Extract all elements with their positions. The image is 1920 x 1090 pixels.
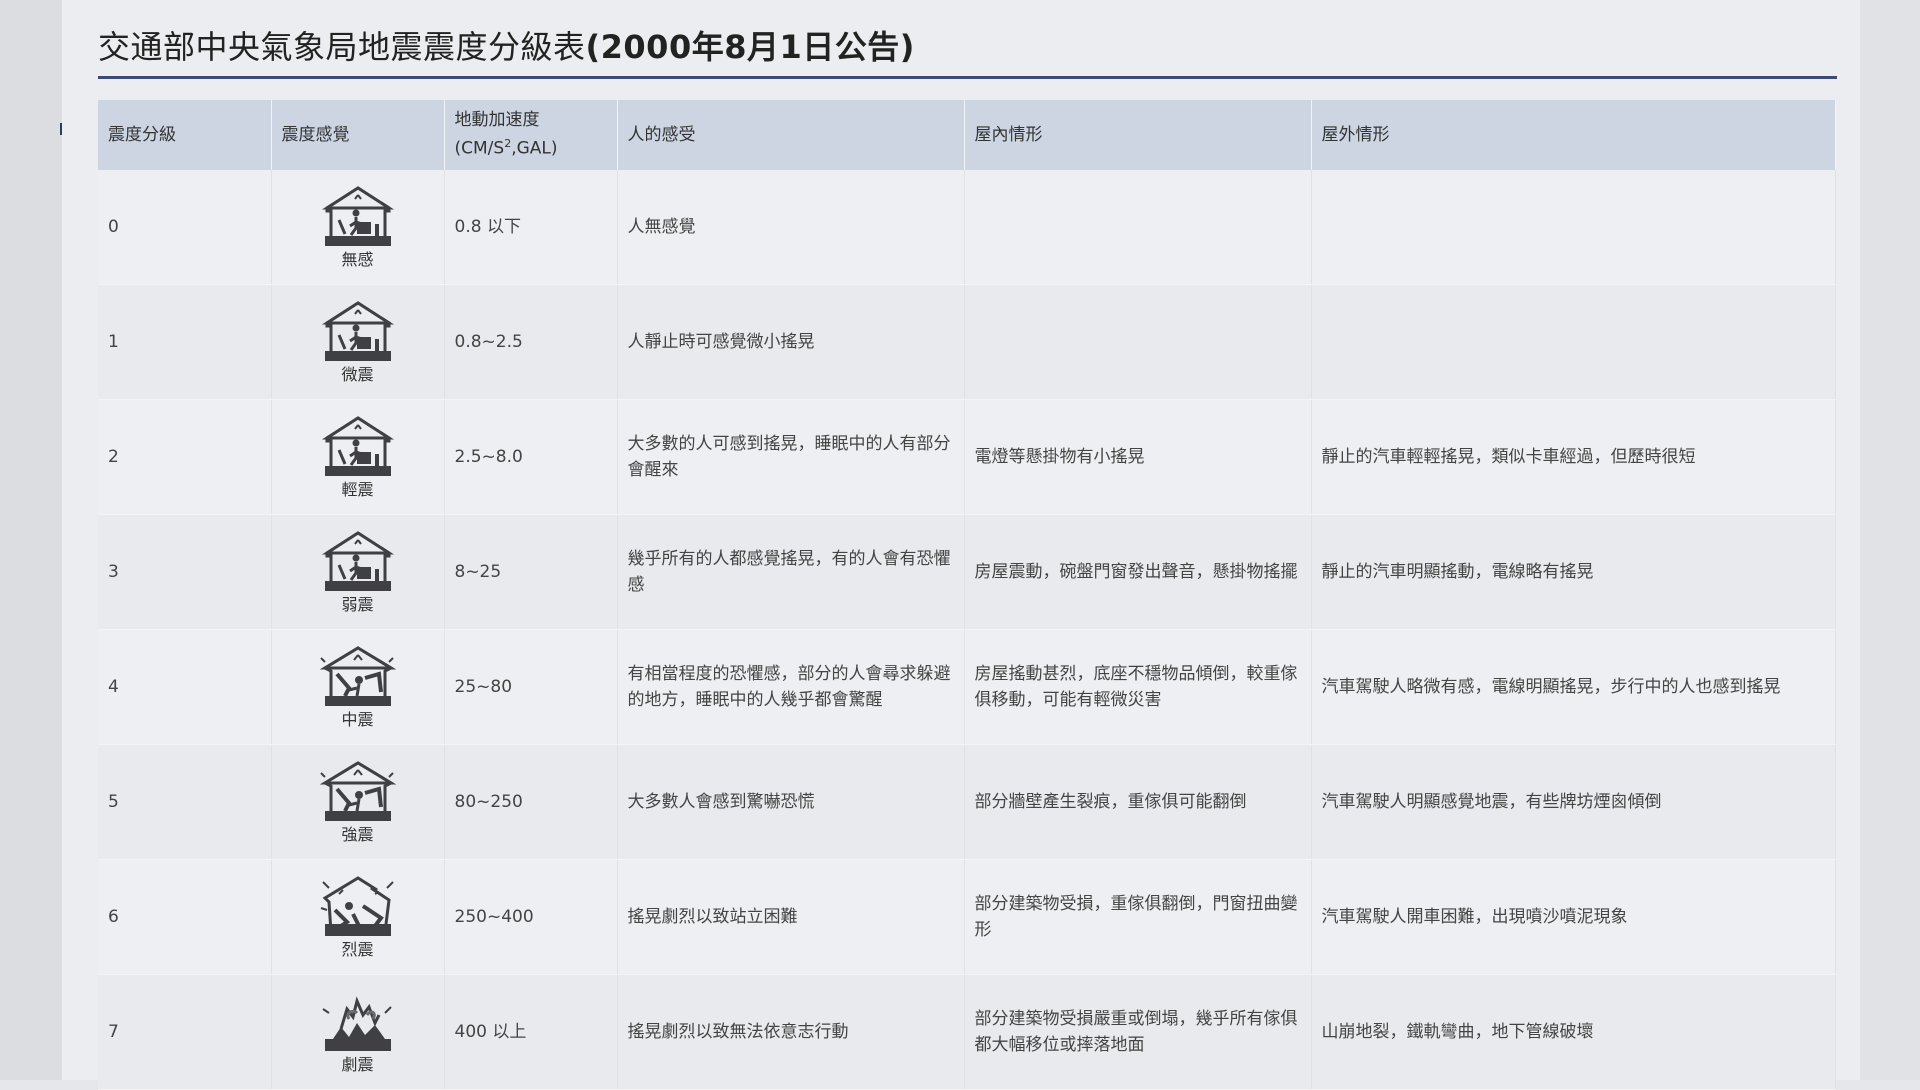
header-accel-unit-post: ,GAL)	[511, 138, 558, 159]
indoor-effect: 部分牆壁產生裂痕，重傢俱可能翻倒	[964, 744, 1312, 860]
intensity-level: 2	[98, 399, 272, 515]
outdoor-effect: 汽車駕駛人開車困難，出現噴沙噴泥現象	[1311, 859, 1836, 975]
house-calm-icon	[319, 184, 397, 250]
header-outdoor: 屋外情形	[1311, 100, 1836, 170]
house-calm-icon	[319, 529, 397, 595]
intensity-feel: 劇震	[271, 974, 445, 1090]
intensity-feel: 輕震	[271, 399, 445, 515]
table-row: 3 弱震 8~25 幾乎所有的人都感覺搖晃，有的人會有恐懼感 房屋震動，碗盤門窗發出聲音…	[98, 514, 1836, 630]
intensity-level: 4	[98, 629, 272, 745]
page-title: 交通部中央氣象局地震震度分級表(2000年8月1日公告)	[98, 22, 915, 68]
intensity-illustration: 中震	[318, 644, 397, 730]
header-scale: 震度分級	[98, 100, 272, 170]
table-row: 5 強震 80~250 大多數人會感到驚嚇恐慌 部分牆壁產生裂痕，重傢俱可能翻倒 汽車駕駛…	[98, 744, 1836, 860]
intensity-level: 1	[98, 284, 272, 400]
outdoor-effect: 山崩地裂，鐵軌彎曲，地下管線破壞	[1311, 974, 1836, 1090]
table-row: 1 微震 0.8~2.5 人靜止時可感覺微小搖晃	[98, 284, 1836, 400]
acceleration-range: 25~80	[444, 629, 618, 745]
house-damaged-icon	[318, 874, 397, 940]
outdoor-effect	[1311, 284, 1836, 400]
acceleration-range: 2.5~8.0	[444, 399, 618, 515]
intensity-label: 無感	[341, 250, 374, 269]
indoor-effect: 房屋震動，碗盤門窗發出聲音，懸掛物搖擺	[964, 514, 1312, 630]
acceleration-range: 400 以上	[444, 974, 618, 1090]
indoor-effect: 房屋搖動甚烈，底座不穩物品傾倒，較重傢俱移動，可能有輕微災害	[964, 629, 1312, 745]
acceleration-range: 80~250	[444, 744, 618, 860]
title-date: (2000年8月1日公告)	[585, 28, 915, 66]
table-row: 2 輕震 2.5~8.0 大多數的人可感到搖晃，睡眠中的人有部分會醒來 電燈等懸掛物有小…	[98, 399, 1836, 515]
table-row: 0 無感 0.8 以下 人無感覺	[98, 170, 1836, 285]
intensity-label: 微震	[341, 365, 374, 384]
left-gutter	[0, 0, 63, 1080]
outdoor-effect	[1311, 170, 1836, 285]
intensity-label: 烈震	[341, 940, 374, 959]
header-human: 人的感受	[617, 100, 965, 170]
human-perception: 人無感覺	[617, 170, 965, 285]
human-perception: 大多數人會感到驚嚇恐慌	[617, 744, 965, 860]
outdoor-effect: 靜止的汽車輕輕搖晃，類似卡車經過，但歷時很短	[1311, 399, 1836, 515]
table-row: 7 劇震 400 以上 搖晃劇烈以致無法依意志行動 部分建築物受損嚴重或倒塌，幾乎所有傢…	[98, 974, 1836, 1090]
intensity-illustration: 強震	[318, 759, 397, 845]
house-calm-icon	[319, 299, 397, 365]
header-indoor: 屋內情形	[964, 100, 1312, 170]
table-row: 4 中震 25~80 有相當程度的恐懼感，部分的人會尋求躲避的地方，睡眠中的人幾乎都會…	[98, 629, 1836, 745]
outdoor-effect: 汽車駕駛人明顯感覺地震，有些牌坊煙囪傾倒	[1311, 744, 1836, 860]
outdoor-effect: 靜止的汽車明顯搖動，電線略有搖晃	[1311, 514, 1836, 630]
title-divider	[98, 76, 1837, 79]
intensity-label: 中震	[341, 710, 374, 729]
page-content: 交通部中央氣象局地震震度分級表(2000年8月1日公告) 震度分級 震度感覺 地…	[62, 0, 1860, 1090]
house-calm-icon	[319, 414, 397, 480]
indoor-effect: 電燈等懸掛物有小搖晃	[964, 399, 1312, 515]
intensity-feel: 強震	[271, 744, 445, 860]
intensity-illustration: 弱震	[319, 529, 397, 615]
acceleration-range: 0.8~2.5	[444, 284, 618, 400]
intensity-illustration: 烈震	[318, 874, 397, 960]
intensity-label: 強震	[341, 825, 374, 844]
house-shake-icon	[318, 759, 397, 825]
acceleration-range: 0.8 以下	[444, 170, 618, 285]
acceleration-range: 250~400	[444, 859, 618, 975]
human-perception: 有相當程度的恐懼感，部分的人會尋求躲避的地方，睡眠中的人幾乎都會驚醒	[617, 629, 965, 745]
intensity-illustration: 輕震	[319, 414, 397, 500]
intensity-level: 7	[98, 974, 272, 1090]
indoor-effect: 部分建築物受損，重傢俱翻倒，門窗扭曲變形	[964, 859, 1312, 975]
right-gutter	[1860, 0, 1920, 1080]
human-perception: 搖晃劇烈以致站立困難	[617, 859, 965, 975]
human-perception: 人靜止時可感覺微小搖晃	[617, 284, 965, 400]
intensity-table: 震度分級 震度感覺 地動加速度 (CM/S 2 ,GAL) 人的感受 屋內情形 屋外情…	[98, 100, 1836, 1090]
header-accel-unit-pre: (CM/S	[454, 138, 505, 159]
intensity-label: 弱震	[341, 595, 374, 614]
acceleration-range: 8~25	[444, 514, 618, 630]
intensity-level: 6	[98, 859, 272, 975]
title-main: 交通部中央氣象局地震震度分級表	[98, 28, 586, 66]
human-perception: 大多數的人可感到搖晃，睡眠中的人有部分會醒來	[617, 399, 965, 515]
house-shake-icon	[318, 644, 397, 710]
intensity-feel: 烈震	[271, 859, 445, 975]
intensity-feel: 無感	[271, 170, 445, 285]
indoor-effect	[964, 170, 1312, 285]
intensity-illustration: 微震	[319, 299, 397, 385]
indoor-effect: 部分建築物受損嚴重或倒塌，幾乎所有傢俱都大幅移位或摔落地面	[964, 974, 1312, 1090]
human-perception: 搖晃劇烈以致無法依意志行動	[617, 974, 965, 1090]
house-collapsed-icon	[319, 989, 397, 1055]
human-perception: 幾乎所有的人都感覺搖晃，有的人會有恐懼感	[617, 514, 965, 630]
indoor-effect	[964, 284, 1312, 400]
header-acceleration: 地動加速度 (CM/S2,GAL)	[444, 100, 618, 170]
table-header-row: 震度分級 震度感覺 地動加速度 (CM/S2,GAL) 人的感受 屋內情形 屋外情…	[98, 100, 1836, 170]
header-feel: 震度感覺	[271, 100, 445, 170]
intensity-illustration: 劇震	[319, 989, 397, 1075]
intensity-feel: 微震	[271, 284, 445, 400]
intensity-level: 3	[98, 514, 272, 630]
header-accel-line1: 地動加速度	[454, 110, 540, 131]
intensity-feel: 弱震	[271, 514, 445, 630]
intensity-label: 劇震	[341, 1055, 374, 1074]
intensity-label: 輕震	[341, 480, 374, 499]
table-row: 6 烈震 250~400 搖晃劇烈以致站立困難 部分建築物受損，重傢俱翻倒，門窗扭曲變形…	[98, 859, 1836, 975]
intensity-illustration: 無感	[319, 184, 397, 270]
outdoor-effect: 汽車駕駛人略微有感，電線明顯搖晃，步行中的人也感到搖晃	[1311, 629, 1836, 745]
intensity-feel: 中震	[271, 629, 445, 745]
intensity-level: 5	[98, 744, 272, 860]
intensity-level: 0	[98, 170, 272, 285]
